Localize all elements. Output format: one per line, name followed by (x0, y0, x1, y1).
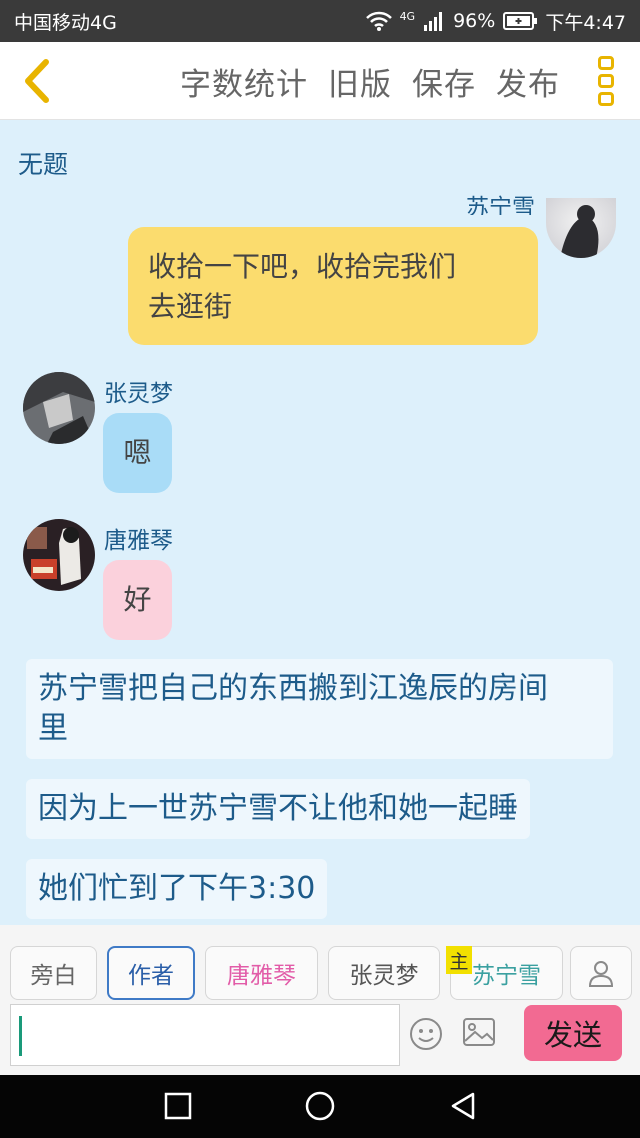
message-text: 好 (123, 583, 152, 616)
image-button[interactable] (462, 1017, 496, 1051)
message-text: 嗯 (123, 436, 152, 469)
publish-button[interactable]: 发布 (496, 59, 560, 104)
narration-text: 里 (38, 711, 68, 746)
add-role-button[interactable] (570, 946, 632, 1000)
status-bar: 中国移动4G 4G 96% 下午4:47 (0, 0, 640, 42)
emoji-button[interactable] (409, 1017, 443, 1055)
message-bubble[interactable]: 好 (103, 560, 172, 640)
save-button[interactable]: 保存 (412, 59, 476, 104)
carrier-label: 中国移动4G (14, 11, 117, 34)
clock: 下午4:47 (545, 11, 626, 34)
chevron-left-icon (25, 59, 49, 103)
narration-text: 她们忙到了下午3:30 (38, 871, 316, 906)
role-selector: 旁白 作者 唐雅琴 张灵梦 苏宁雪 (0, 925, 640, 1003)
triangle-back-icon (451, 1092, 475, 1120)
word-count-button[interactable]: 字数统计 (180, 59, 308, 104)
image-icon (463, 1018, 495, 1046)
narration-block[interactable]: 因为上一世苏宁雪不让他和她一起睡 (26, 779, 530, 839)
back-nav-button[interactable] (448, 1091, 478, 1125)
circle-icon (305, 1091, 335, 1121)
speaker-name: 苏宁雪 (466, 195, 535, 215)
avatar[interactable] (23, 372, 95, 444)
square-icon (164, 1092, 192, 1120)
emoji-icon (410, 1018, 442, 1050)
battery-icon (503, 12, 538, 30)
narration-block[interactable]: 她们忙到了下午3:30 (26, 859, 328, 919)
message-text: 收拾一下吧，收拾完我们 (148, 250, 457, 283)
signal-icon (423, 11, 445, 31)
message-text: 去逛街 (148, 290, 233, 323)
main-role-badge: 主 (446, 946, 472, 974)
back-button[interactable] (16, 56, 60, 106)
story-title[interactable]: 无题 (18, 145, 68, 181)
more-dot-icon (598, 56, 614, 70)
battery-percent: 96% (453, 10, 496, 32)
avatar[interactable] (546, 198, 616, 258)
role-tab-zhang-lingmeng[interactable]: 张灵梦 (328, 946, 440, 1000)
network-type-label: 4G (399, 9, 416, 23)
role-tab-author[interactable]: 作者 (107, 946, 195, 1000)
speaker-name: 张灵梦 (104, 381, 173, 407)
avatar[interactable] (23, 519, 95, 591)
chat-story-content: 无题 苏宁雪 收拾一下吧，收拾完我们 去逛街 张灵梦 嗯 唐雅琴 好 苏宁雪把自… (0, 121, 640, 925)
text-cursor (19, 1016, 22, 1056)
recent-apps-button[interactable] (163, 1091, 193, 1125)
more-dot-icon (598, 92, 614, 106)
speaker-name: 唐雅琴 (104, 528, 173, 554)
old-version-button[interactable]: 旧版 (328, 59, 392, 104)
role-tab-narrator[interactable]: 旁白 (10, 946, 97, 1000)
home-button[interactable] (305, 1091, 335, 1125)
wifi-icon (365, 11, 392, 31)
send-button[interactable]: 发送 (524, 1005, 622, 1061)
editor-header: 字数统计 旧版 保存 发布 (0, 42, 640, 120)
narration-text: 苏宁雪把自己的东西搬到江逸辰的房间 (38, 671, 548, 706)
person-icon (588, 961, 614, 987)
narration-block[interactable]: 苏宁雪把自己的东西搬到江逸辰的房间 里 (26, 659, 613, 759)
message-input[interactable] (10, 1004, 400, 1066)
narration-text: 因为上一世苏宁雪不让他和她一起睡 (38, 791, 518, 826)
system-nav-bar (0, 1075, 640, 1138)
message-bubble[interactable]: 嗯 (103, 413, 172, 493)
more-menu-button[interactable] (598, 56, 616, 106)
message-bubble[interactable]: 收拾一下吧，收拾完我们 去逛街 (128, 227, 538, 345)
role-tab-tang-yaqin[interactable]: 唐雅琴 (205, 946, 318, 1000)
more-dot-icon (598, 74, 614, 88)
compose-bar: 发送 (0, 1003, 640, 1075)
